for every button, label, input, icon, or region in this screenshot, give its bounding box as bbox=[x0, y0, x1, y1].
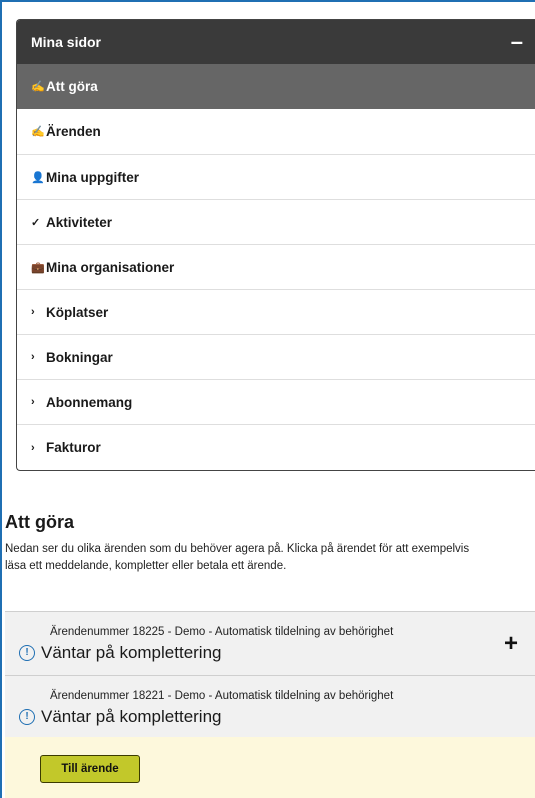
info-icon: ! bbox=[19, 709, 35, 725]
info-icon: ! bbox=[19, 645, 35, 661]
menu-item-bokningar[interactable]: › Bokningar bbox=[17, 334, 535, 379]
menu-header-title: Mina sidor bbox=[31, 34, 102, 50]
page-title: Att göra bbox=[5, 512, 74, 532]
collapse-icon[interactable]: – bbox=[511, 31, 523, 53]
case-status: ! Väntar på komplettering bbox=[19, 643, 222, 663]
menu-item-label: Abonnemang bbox=[46, 394, 133, 410]
menu-item-att-gora[interactable]: ✍ Att göra bbox=[17, 64, 535, 109]
menu-item-label: Köplatser bbox=[46, 304, 109, 320]
menu-item-label: Ärenden bbox=[46, 124, 101, 139]
pen-icon: ✍ bbox=[31, 126, 45, 138]
expand-icon[interactable]: + bbox=[504, 632, 518, 656]
menu-item-label: Aktiviteter bbox=[46, 214, 113, 230]
intro-text: Nedan ser du olika ärenden som du behöve… bbox=[5, 541, 535, 575]
mina-sidor-menu: Mina sidor – ✍ Att göra ✍ Ärenden 👤 Mina… bbox=[16, 19, 535, 471]
menu-item-label: Fakturor bbox=[46, 440, 101, 455]
chevron-right-icon: › bbox=[31, 306, 35, 318]
pen-icon: ✍ bbox=[31, 81, 45, 93]
chevron-right-icon: › bbox=[31, 396, 35, 408]
menu-item-label: Mina uppgifter bbox=[46, 169, 139, 185]
case-status-label: Väntar på komplettering bbox=[41, 707, 222, 726]
case-number: Ärendenummer 18221 - Demo - Automatisk t… bbox=[50, 690, 394, 702]
menu-item-fakturor[interactable]: › Fakturor bbox=[17, 424, 535, 470]
menu-item-aktiviteter[interactable]: ✓ Aktiviteter bbox=[17, 199, 535, 244]
chevron-right-icon: › bbox=[31, 441, 35, 454]
menu-item-label: Mina organisationer bbox=[46, 259, 175, 275]
till-arende-button[interactable]: Till ärende bbox=[40, 755, 140, 783]
menu-item-koplatser[interactable]: › Köplatser bbox=[17, 289, 535, 334]
check-icon: ✓ bbox=[31, 216, 41, 229]
case-status-label: Väntar på komplettering bbox=[41, 643, 222, 662]
chevron-right-icon: › bbox=[31, 351, 35, 363]
case-actions: Till ärende bbox=[5, 737, 535, 798]
intro-line: Nedan ser du olika ärenden som du behöve… bbox=[5, 543, 470, 555]
case-item[interactable]: Ärendenummer 18221 - Demo - Automatisk t… bbox=[5, 675, 535, 737]
menu-item-label: Att göra bbox=[46, 79, 98, 94]
menu-item-abonnemang[interactable]: › Abonnemang bbox=[17, 379, 535, 424]
briefcase-icon: 💼 bbox=[31, 261, 45, 274]
case-status: ! Väntar på komplettering bbox=[19, 707, 222, 727]
menu-header[interactable]: Mina sidor – bbox=[17, 20, 535, 64]
menu-item-mina-organisationer[interactable]: 💼 Mina organisationer bbox=[17, 244, 535, 289]
case-item[interactable]: Ärendenummer 18225 - Demo - Automatisk t… bbox=[5, 611, 535, 675]
case-number: Ärendenummer 18225 - Demo - Automatisk t… bbox=[50, 626, 394, 638]
menu-item-label: Bokningar bbox=[46, 349, 113, 365]
menu-item-arenden[interactable]: ✍ Ärenden bbox=[17, 109, 535, 154]
user-icon: 👤 bbox=[31, 171, 45, 184]
menu-item-mina-uppgifter[interactable]: 👤 Mina uppgifter bbox=[17, 154, 535, 199]
intro-line: läsa ett meddelande, kompletter eller be… bbox=[5, 560, 287, 572]
